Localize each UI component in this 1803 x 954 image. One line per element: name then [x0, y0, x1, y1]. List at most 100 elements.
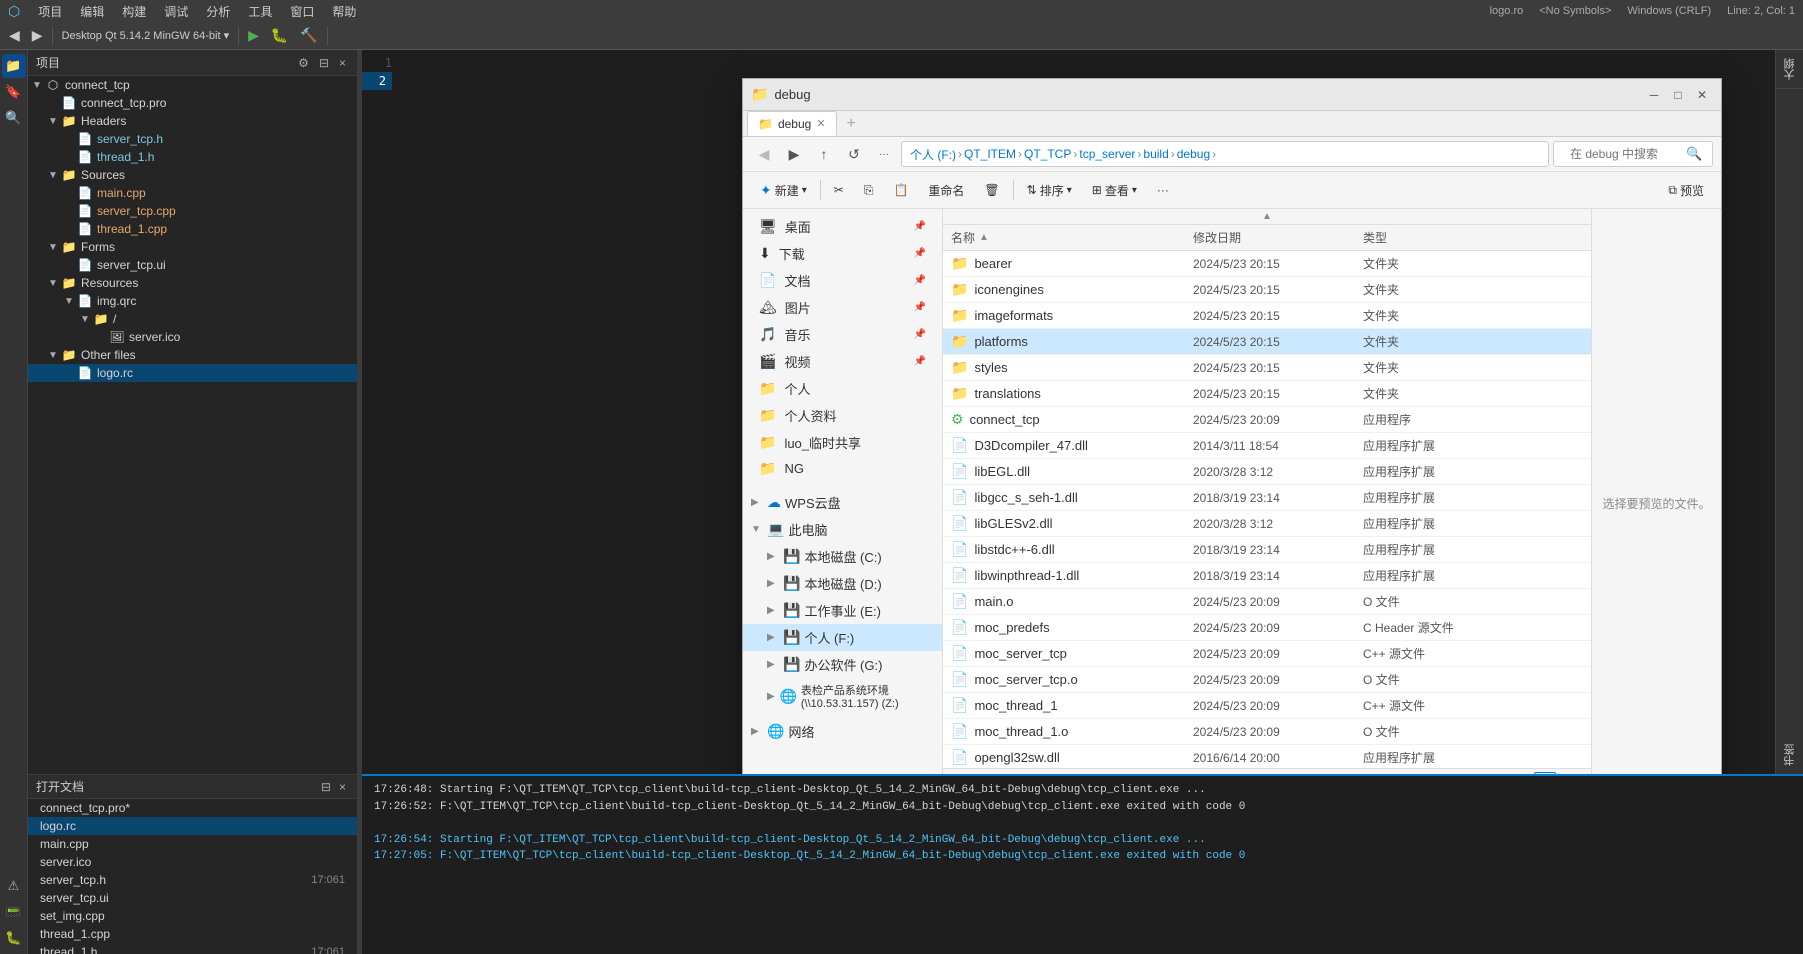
- kit-selector[interactable]: Desktop Qt 5.14.2 MinGW 64-bit ▾: [57, 27, 235, 44]
- tree-item-main-cpp[interactable]: 📄 main.cpp: [28, 184, 357, 202]
- collapse-btn[interactable]: ⊟: [316, 55, 332, 71]
- project-view-btn[interactable]: 📁: [2, 54, 26, 78]
- tree-item-resources[interactable]: ▼ 📁 Resources: [28, 274, 357, 292]
- tree-item-server-cpp[interactable]: 📄 server_tcp.cpp: [28, 202, 357, 220]
- fm-close-btn[interactable]: ✕: [1691, 84, 1713, 106]
- run-btn[interactable]: ▶: [243, 25, 264, 46]
- fm-search-input[interactable]: [1562, 141, 1682, 167]
- tree-item-connect-tcp[interactable]: ▼ ⬡ connect_tcp: [28, 76, 357, 94]
- close-sidebar-btn[interactable]: ×: [336, 55, 349, 71]
- filter-btn[interactable]: ⚙: [295, 55, 312, 71]
- fm-nav-music[interactable]: 🎵 音乐 📌: [743, 321, 942, 348]
- open-doc-logo-rc[interactable]: logo.rc: [28, 817, 357, 835]
- fm-nav-this-pc[interactable]: ▼ 💻 此电脑: [743, 516, 942, 543]
- open-doc-connect-pro[interactable]: connect_tcp.pro*: [28, 799, 357, 817]
- open-doc-main-cpp[interactable]: main.cpp: [28, 835, 357, 853]
- menu-debug[interactable]: 调试: [156, 1, 196, 22]
- menu-window[interactable]: 窗口: [282, 1, 322, 22]
- fm-sort-btn[interactable]: ⇅ 排序 ▾: [1018, 176, 1081, 204]
- file-row-libgles[interactable]: 📄 libGLESv2.dll 2020/3/28 3:12 应用程序扩展: [943, 511, 1591, 537]
- fm-minimize-btn[interactable]: ─: [1643, 84, 1665, 106]
- fm-nav-download[interactable]: ⬇ 下载 📌: [743, 240, 942, 267]
- fm-nav-videos[interactable]: 🎬 视频 📌: [743, 348, 942, 375]
- file-row-d3d[interactable]: 📄 D3Dcompiler_47.dll 2014/3/11 18:54 应用程…: [943, 433, 1591, 459]
- fm-nav-drive-d[interactable]: ▶ 💾 本地磁盘 (D:): [743, 570, 942, 597]
- fm-bc-personal[interactable]: 个人 (F:): [910, 146, 956, 163]
- fm-paste-btn[interactable]: 📋: [884, 176, 917, 204]
- menu-edit[interactable]: 编辑: [72, 1, 112, 22]
- file-row-translations[interactable]: 📁 translations 2024/5/23 20:15 文件夹: [943, 381, 1591, 407]
- fm-forward-btn[interactable]: ▶: [781, 141, 807, 167]
- fm-preview-toggle[interactable]: ⧉ 预览: [1659, 176, 1713, 204]
- fm-nav-personal[interactable]: 📁 个人: [743, 375, 942, 402]
- tree-item-forms[interactable]: ▼ 📁 Forms: [28, 238, 357, 256]
- fm-nav-ng[interactable]: 📁 NG: [743, 456, 942, 481]
- fm-maximize-btn[interactable]: □: [1667, 84, 1689, 106]
- file-row-main-o[interactable]: 📄 main.o 2024/5/23 20:09 O 文件: [943, 589, 1591, 615]
- menu-tools[interactable]: 工具: [240, 1, 280, 22]
- fm-tab-close[interactable]: ✕: [816, 117, 825, 130]
- fm-bc-tcp-server[interactable]: tcp_server: [1079, 147, 1135, 161]
- file-row-libgcc[interactable]: 📄 libgcc_s_seh-1.dll 2018/3/19 23:14 应用程…: [943, 485, 1591, 511]
- fm-nav-network[interactable]: ▶ 🌐 网络: [743, 718, 942, 745]
- bookmarks-btn[interactable]: 🔖: [2, 80, 26, 104]
- fm-bc-build[interactable]: build: [1143, 147, 1168, 161]
- file-row-moc-thread-1[interactable]: 📄 moc_thread_1 2024/5/23 20:09 C++ 源文件: [943, 693, 1591, 719]
- fm-bc-debug[interactable]: debug: [1177, 147, 1210, 161]
- tree-item-slash[interactable]: ▼ 📁 /: [28, 310, 357, 328]
- fm-nav-drive-z[interactable]: ▶ 🌐 表检产品系统环境 (\\10.53.31.157) (Z:): [743, 678, 942, 714]
- tree-item-thread-cpp[interactable]: 📄 thread_1.cpp: [28, 220, 357, 238]
- fm-back-btn[interactable]: ◀: [751, 141, 777, 167]
- fm-scroll-up-btn[interactable]: ▲: [1262, 209, 1272, 225]
- open-doc-thread-h[interactable]: thread_1.h 17:061: [28, 943, 357, 954]
- fm-delete-btn[interactable]: 🗑: [975, 176, 1008, 204]
- open-doc-thread-cpp[interactable]: thread_1.cpp: [28, 925, 357, 943]
- fm-nav-drive-f[interactable]: ▶ 💾 个人 (F:): [743, 624, 942, 651]
- fm-more-btn[interactable]: ···: [1148, 176, 1178, 204]
- output-btn[interactable]: 📟: [2, 900, 26, 924]
- fm-nav-personal-data[interactable]: 📁 个人资料: [743, 402, 942, 429]
- file-row-moc-server-tcp-o[interactable]: 📄 moc_server_tcp.o 2024/5/23 20:09 O 文件: [943, 667, 1591, 693]
- fm-nav-pictures[interactable]: 🏔 图片 📌: [743, 294, 942, 321]
- open-doc-server-h[interactable]: server_tcp.h 17:061: [28, 871, 357, 889]
- fm-add-tab-btn[interactable]: +: [839, 111, 864, 136]
- tree-item-thread-h[interactable]: 📄 thread_1.h: [28, 148, 357, 166]
- fm-nav-luo-shared[interactable]: 📁 luo_临时共享: [743, 429, 942, 456]
- file-row-opengl32sw[interactable]: 📄 opengl32sw.dll 2016/6/14 20:00 应用程序扩展: [943, 745, 1591, 768]
- fm-nav-desktop[interactable]: 🖥 桌面 📌: [743, 213, 942, 240]
- menu-analyze[interactable]: 分析: [198, 1, 238, 22]
- outline-label[interactable]: 大纲: [1782, 50, 1798, 88]
- bookmarks-label[interactable]: 书签: [1782, 736, 1798, 774]
- file-row-bearer[interactable]: 📁 bearer 2024/5/23 20:15 文件夹: [943, 251, 1591, 277]
- fm-nav-drive-g[interactable]: ▶ 💾 办公软件 (G:): [743, 651, 942, 678]
- file-row-moc-server-tcp[interactable]: 📄 moc_server_tcp 2024/5/23 20:09 C++ 源文件: [943, 641, 1591, 667]
- fm-nav-docs[interactable]: 📄 文档 📌: [743, 267, 942, 294]
- search-btn[interactable]: 🔍: [2, 106, 26, 130]
- fm-new-btn[interactable]: ✦ 新建 ▾: [751, 176, 816, 204]
- fm-tab-debug[interactable]: 📁 debug ✕: [747, 111, 837, 136]
- tree-item-server-ico[interactable]: 🖼 server.ico: [28, 328, 357, 346]
- file-row-libstdc[interactable]: 📄 libstdc++-6.dll 2018/3/19 23:14 应用程序扩展: [943, 537, 1591, 563]
- fm-nav-drive-c[interactable]: ▶ 💾 本地磁盘 (C:): [743, 543, 942, 570]
- tree-item-server-ui[interactable]: 📄 server_tcp.ui: [28, 256, 357, 274]
- fm-bc-qt-tcp[interactable]: QT_TCP: [1024, 147, 1071, 161]
- fm-grid-view-btn[interactable]: ⊞: [1558, 772, 1579, 774]
- tree-item-server-h[interactable]: 📄 server_tcp.h: [28, 130, 357, 148]
- fm-rename-btn[interactable]: 重命名: [919, 176, 973, 204]
- fm-up-btn[interactable]: ↑: [811, 141, 837, 167]
- fm-view-btn[interactable]: ⊞ 查看 ▾: [1083, 176, 1146, 204]
- debug-output-btn[interactable]: 🐛: [2, 926, 26, 950]
- fm-copy-btn[interactable]: ⎘: [855, 176, 883, 204]
- tree-item-logo-rc[interactable]: 📄 logo.rc: [28, 364, 357, 382]
- debug-btn[interactable]: 🐛: [266, 25, 293, 46]
- tree-item-img-qrc[interactable]: ▼ 📄 img.qrc: [28, 292, 357, 310]
- menu-help[interactable]: 帮助: [324, 1, 364, 22]
- fm-nav-drive-e[interactable]: ▶ 💾 工作事业 (E:): [743, 597, 942, 624]
- file-row-moc-thread-1-o[interactable]: 📄 moc_thread_1.o 2024/5/23 20:09 O 文件: [943, 719, 1591, 745]
- fm-list-view-btn[interactable]: ☰: [1534, 772, 1556, 774]
- file-row-imageformats[interactable]: 📁 imageformats 2024/5/23 20:15 文件夹: [943, 303, 1591, 329]
- tree-item-sources[interactable]: ▼ 📁 Sources: [28, 166, 357, 184]
- menu-project[interactable]: 项目: [30, 1, 70, 22]
- open-doc-set-img[interactable]: set_img.cpp: [28, 907, 357, 925]
- tree-item-other-files[interactable]: ▼ 📁 Other files: [28, 346, 357, 364]
